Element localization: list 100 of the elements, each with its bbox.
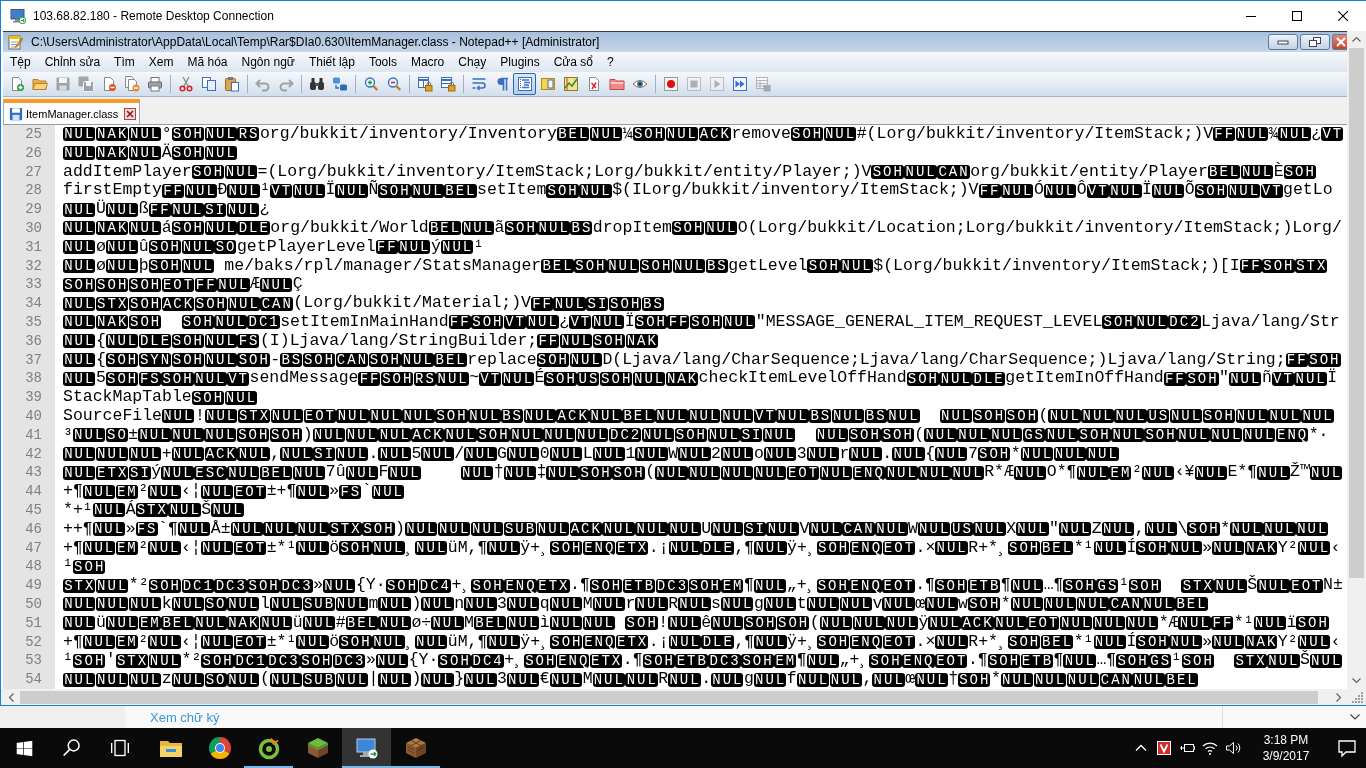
code-text: ±*¹ [266, 538, 297, 558]
v-logo-icon[interactable] [1155, 740, 1172, 756]
menu-item[interactable]: Plugins [493, 52, 547, 72]
restore-button[interactable] [1300, 34, 1330, 50]
control-char-badge: NUL [753, 672, 787, 687]
caret-down-icon[interactable] [1350, 714, 1360, 720]
control-char-badge: SOH [477, 428, 510, 443]
vertical-scrollbar[interactable] [1347, 31, 1366, 689]
code-text: …¶ [1096, 651, 1117, 671]
control-char-badge: NUL [1033, 672, 1067, 687]
control-char-badge: SOH [1136, 634, 1169, 649]
restore-icon[interactable] [1309, 37, 1321, 47]
menu-item[interactable]: Tìm [107, 52, 142, 72]
monitor-icon[interactable] [354, 736, 379, 760]
control-char-badge: NUL [1151, 183, 1185, 198]
control-char-badge: NUL [1257, 578, 1290, 593]
control-char-badge: NUL [885, 465, 918, 480]
four-panes-icon[interactable] [15, 739, 33, 757]
code-text: Ç [292, 275, 303, 295]
control-char-badge: NUL [436, 371, 469, 386]
menu-item[interactable]: Tools [361, 52, 404, 72]
tricolor-ring-icon[interactable] [207, 736, 232, 760]
clock-date[interactable]: 3/9/2017 [1262, 748, 1310, 764]
menu-item[interactable]: Chạy [451, 52, 494, 72]
chevron-down-icon[interactable] [1352, 676, 1361, 685]
control-char-badge: SOH [1186, 371, 1219, 386]
wifi-icon[interactable] [1201, 740, 1218, 756]
code-text: Ü [95, 200, 106, 219]
code-text: +¶ [63, 632, 83, 652]
control-char-badge: EOT [786, 465, 820, 480]
control-char-badge: FF [148, 202, 171, 217]
maximize-icon[interactable] [1292, 11, 1302, 21]
code-text: +¸ [451, 576, 472, 595]
resize-grip-icon[interactable] [1352, 691, 1364, 703]
control-char-badge: SOH [237, 352, 270, 367]
control-char-badge: SOH [807, 258, 840, 273]
control-char-badge: NUL [990, 428, 1023, 443]
taskbar-button[interactable] [342, 728, 391, 768]
control-char-badge: FF [667, 315, 690, 330]
menu-item[interactable]: Ngôn ngữ [234, 52, 302, 72]
code-text: ø [95, 256, 106, 276]
code-text: Y² [1277, 632, 1298, 652]
code-text: t [796, 594, 807, 614]
menu-item[interactable]: Tệp [3, 52, 38, 72]
close-icon[interactable] [1338, 11, 1348, 21]
control-char-badge: NUL [951, 465, 984, 480]
control-char-badge: NUL [296, 522, 329, 537]
close-button[interactable] [1332, 34, 1347, 50]
scrollbar-thumb[interactable] [20, 690, 1318, 704]
code-text: N± [1323, 576, 1343, 595]
control-char-badge: NUL [1257, 465, 1290, 480]
horizontal-scrollbar[interactable] [1, 689, 1366, 705]
control-char-badge: NAK [227, 616, 260, 631]
chat-bubble-icon[interactable] [1337, 738, 1357, 758]
code-text: , [862, 670, 873, 689]
menu-item[interactable]: Chỉnh sửa [37, 52, 108, 72]
swirl-ring-icon[interactable] [256, 736, 281, 760]
code-text: ã [494, 219, 505, 238]
chevron-right-icon[interactable] [1334, 692, 1343, 702]
control-char-badge: NUL [162, 409, 195, 424]
line-number: 33 [3, 275, 55, 295]
control-char-badge: SOH [871, 165, 904, 179]
task-view-icon[interactable] [110, 738, 130, 758]
search-icon[interactable] [62, 738, 82, 758]
control-char-badge: NUL [1109, 183, 1142, 198]
clock-time[interactable]: 3:18 PM [1263, 732, 1309, 748]
scrollbar-thumb[interactable] [1349, 48, 1364, 578]
menu-item[interactable]: Xem [141, 52, 181, 72]
menu-item[interactable]: Cửa sổ [546, 52, 601, 72]
control-char-badge: SOH [504, 221, 537, 236]
control-char-badge: NUL [148, 634, 181, 649]
chevron-left-icon[interactable] [7, 692, 16, 702]
control-char-badge: ETB [1020, 653, 1054, 668]
menu-item[interactable]: Macro [403, 52, 452, 72]
grass-block-icon[interactable] [305, 736, 330, 760]
control-char-badge: NAK [1244, 634, 1278, 649]
close-icon[interactable] [124, 107, 137, 120]
code-text: † [493, 463, 504, 483]
control-char-badge: DC3 [332, 653, 366, 668]
control-char-badge: NUL [917, 522, 951, 537]
tab[interactable]: ItemManager.class [3, 99, 141, 124]
control-char-badge: SOH [171, 221, 205, 236]
control-char-badge: DC2 [1168, 315, 1201, 330]
speaker-icon[interactable] [1224, 740, 1241, 756]
control-char-badge: FF [358, 371, 381, 386]
control-char-badge: NUL [105, 616, 139, 631]
control-char-badge: ACK [204, 446, 237, 461]
control-char-badge: NUL [704, 221, 738, 236]
code-text: Ï [325, 181, 336, 201]
control-char-badge: US [1147, 409, 1170, 424]
control-char-badge: NUL [829, 672, 862, 687]
menu-item[interactable]: Thiết lập [301, 52, 362, 72]
menu-item[interactable]: ? [600, 52, 621, 72]
minimize-button[interactable] [1268, 34, 1298, 50]
menu-item[interactable]: Mã hóa [180, 52, 235, 72]
code-text: M [582, 594, 593, 614]
control-char-badge: NUL [95, 597, 129, 612]
code-text: R+*¸ [968, 632, 1008, 652]
crate-icon[interactable] [403, 736, 428, 760]
code-text: m [368, 594, 379, 614]
